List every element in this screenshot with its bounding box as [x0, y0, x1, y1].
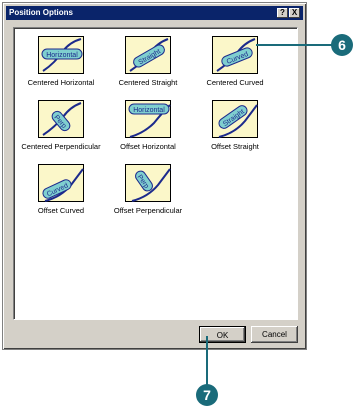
option-label: Offset Horizontal	[120, 142, 176, 151]
option-label: Centered Horizontal	[27, 78, 95, 87]
offset-curved-thumbnail: Curved	[38, 164, 84, 202]
option-offset-horizontal[interactable]: Horizontal Offset Horizontal	[108, 100, 188, 151]
offset-perpendicular-preview: Perp	[131, 168, 171, 202]
option-label: Centered Perpendicular	[21, 142, 101, 151]
option-centered-perpendicular[interactable]: Perp Centered Perpendicular	[21, 100, 101, 151]
offset-horizontal-preview: Horizontal	[128, 103, 171, 138]
centered-curved-thumbnail: Curved	[212, 36, 258, 74]
option-offset-perpendicular[interactable]: Perp Offset Perpendicular	[108, 164, 188, 215]
title-bar: Position Options ? X	[6, 6, 303, 20]
option-label: Offset Curved	[37, 206, 85, 215]
centered-horizontal-thumbnail: Horizontal	[38, 36, 84, 74]
callout-7-badge: 7	[196, 384, 218, 406]
option-label: Offset Straight	[211, 142, 259, 151]
cancel-button[interactable]: Cancel	[251, 326, 298, 343]
option-label: Centered Straight	[118, 78, 178, 87]
dialog-title: Position Options	[9, 8, 73, 17]
option-tag: Horizontal	[46, 52, 78, 59]
option-tag: Horizontal	[133, 107, 165, 114]
offset-horizontal-thumbnail: Horizontal	[125, 100, 171, 138]
help-button[interactable]: ?	[277, 8, 288, 18]
callout-7-leader	[206, 336, 208, 386]
centered-straight-thumbnail: Straight	[125, 36, 171, 74]
position-options-dialog: Position Options ? X Horizontal Centered…	[2, 2, 307, 350]
offset-straight-preview: Straight	[218, 104, 258, 138]
callout-6-badge: 6	[331, 34, 353, 56]
option-offset-straight[interactable]: Straight Offset Straight	[195, 100, 275, 151]
centered-perpendicular-thumbnail: Perp	[38, 100, 84, 138]
position-options-list[interactable]: Horizontal Centered Horizontal Straight …	[13, 27, 298, 320]
centered-straight-preview: Straight	[129, 38, 169, 72]
offset-straight-thumbnail: Straight	[212, 100, 258, 138]
close-button[interactable]: X	[289, 8, 300, 18]
centered-horizontal-preview: Horizontal	[41, 38, 83, 72]
option-offset-curved[interactable]: Curved Offset Curved	[21, 164, 101, 215]
option-label: Offset Perpendicular	[113, 206, 183, 215]
centered-perpendicular-preview: Perp	[42, 102, 82, 136]
callout-6-leader	[256, 44, 334, 46]
option-label: Centered Curved	[206, 78, 264, 87]
centered-curved-preview: Curved	[216, 38, 256, 72]
offset-curved-preview: Curved	[42, 168, 84, 202]
option-centered-horizontal[interactable]: Horizontal Centered Horizontal	[21, 36, 101, 87]
offset-perpendicular-thumbnail: Perp	[125, 164, 171, 202]
option-centered-straight[interactable]: Straight Centered Straight	[108, 36, 188, 87]
